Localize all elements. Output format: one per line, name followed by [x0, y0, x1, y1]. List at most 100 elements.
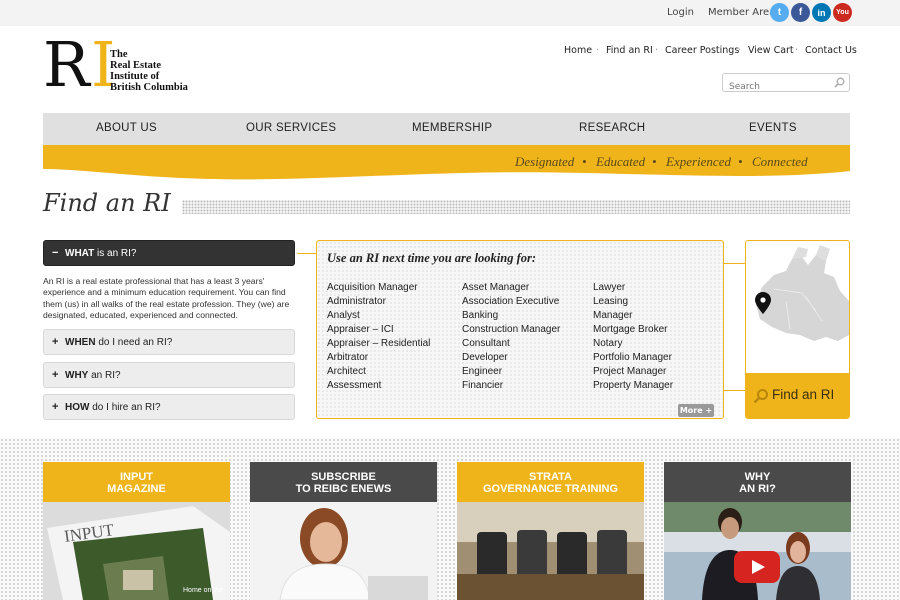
profession-item: Appraiser – Residential: [327, 338, 431, 349]
promo-card-title-line: GOVERNANCE TRAINING: [482, 483, 619, 495]
profession-item: Acquisition Manager: [327, 282, 418, 293]
play-icon: [752, 560, 765, 574]
what-description: An RI is a real estate professional that…: [43, 276, 290, 321]
profession-column-3: Lawyer Leasing Manager Mortgage Broker N…: [593, 281, 673, 393]
find-an-ri-map-widget[interactable]: Find an RI: [745, 240, 850, 419]
tagline-designated: Designated: [515, 154, 575, 169]
profession-item: Construction Manager: [462, 324, 561, 335]
nav-membership[interactable]: MEMBERSHIP: [412, 122, 492, 134]
accordion-label: WHAT is an RI?: [65, 248, 137, 259]
magazine-cover-image: INPUT Home on the: [43, 502, 230, 600]
search-box: [722, 73, 850, 96]
youtube-icon[interactable]: You: [833, 3, 852, 22]
twitter-icon[interactable]: t: [770, 3, 789, 22]
profession-item: Lawyer: [593, 282, 626, 293]
profession-item: Financier: [462, 380, 504, 391]
find-an-ri-label: Find an RI: [772, 387, 835, 402]
promo-card-title-line: SUBSCRIBE: [311, 471, 376, 483]
util-nav-find-an-ri[interactable]: Find an RI: [606, 45, 653, 56]
promo-card-header: SUBSCRIBE TO REIBC ENEWS: [250, 462, 437, 502]
magazine-caption-text: Home on the: [183, 587, 223, 594]
profession-item: Notary: [593, 338, 623, 349]
util-nav-view-cart[interactable]: View Cart: [748, 45, 794, 56]
subscribe-photo: [250, 502, 437, 600]
page-title: Find an RI: [43, 189, 171, 217]
nav-events[interactable]: EVENTS: [749, 122, 797, 134]
site-logo[interactable]: R I The Real Estate Institute of British…: [43, 34, 203, 100]
search-icon[interactable]: [834, 77, 845, 88]
nav-about-us[interactable]: ABOUT US: [96, 122, 157, 134]
promo-card-title-line: TO REIBC ENEWS: [295, 483, 392, 495]
logo-text-line: Institute of: [110, 71, 160, 82]
plus-icon: +: [52, 401, 59, 413]
logo-text-line: British Columbia: [110, 82, 188, 93]
profession-item: Asset Manager: [462, 282, 530, 293]
main-nav: ABOUT US OUR SERVICES MEMBERSHIP RESEARC…: [43, 113, 850, 145]
logo-mark-r: R: [43, 28, 90, 101]
youtube-play-button[interactable]: [734, 551, 780, 583]
promo-card-title-line: WHY: [744, 471, 771, 483]
promo-card-title-line: MAGAZINE: [107, 483, 166, 495]
promo-card-header: INPUT MAGAZINE: [43, 462, 230, 502]
profession-item: Developer: [462, 352, 508, 363]
util-nav-separator: ·: [655, 45, 659, 56]
tagline-separator: •: [582, 154, 587, 169]
accordion-when[interactable]: + WHEN do I need an RI?: [43, 329, 295, 355]
tagline-experienced: Experienced: [666, 154, 731, 169]
plus-icon: +: [52, 336, 59, 348]
profession-item: Arbitrator: [327, 352, 369, 363]
profession-item: Engineer: [462, 366, 503, 377]
woman-with-laptop-illustration: [250, 502, 437, 600]
promo-card-header: STRATA GOVERNANCE TRAINING: [457, 462, 644, 502]
logo-text-line: Real Estate: [110, 60, 162, 71]
util-nav-separator: ·: [795, 45, 799, 56]
video-thumbnail[interactable]: [664, 502, 851, 600]
nav-our-services[interactable]: OUR SERVICES: [246, 122, 336, 134]
profession-item: Administrator: [327, 296, 386, 307]
more-button[interactable]: More +: [678, 404, 714, 417]
login-link[interactable]: Login: [667, 7, 694, 18]
util-nav-career-postings[interactable]: Career Postings: [665, 45, 739, 56]
profession-item: Property Manager: [593, 380, 674, 391]
minus-icon: −: [52, 247, 59, 259]
connector-line: [297, 253, 316, 254]
find-an-ri-button[interactable]: Find an RI: [746, 373, 849, 418]
linkedin-icon[interactable]: in: [812, 3, 831, 22]
profession-item: Analyst: [327, 310, 360, 321]
accordion-label: HOW do I hire an RI?: [65, 402, 161, 413]
profession-item: Assessment: [327, 380, 382, 391]
promo-card-input-magazine[interactable]: INPUT MAGAZINE INPUT Home on the: [43, 462, 230, 600]
nav-research[interactable]: RESEARCH: [579, 122, 645, 134]
title-dotted-rule: [182, 200, 850, 214]
promo-card-title-line: AN RI?: [739, 483, 776, 495]
profession-item: Project Manager: [593, 366, 667, 377]
use-an-ri-title: Use an RI next time you are looking for:: [327, 251, 537, 265]
accordion-what[interactable]: − WHAT is an RI?: [43, 240, 295, 266]
util-nav-home[interactable]: Home: [564, 45, 592, 56]
util-nav-contact-us[interactable]: Contact Us: [805, 45, 857, 56]
boardroom-illustration: [457, 502, 644, 600]
use-an-ri-panel: Use an RI next time you are looking for:…: [316, 240, 724, 419]
accordion-how[interactable]: + HOW do I hire an RI?: [43, 394, 295, 420]
profession-item: Mortgage Broker: [593, 324, 668, 335]
accordion-why[interactable]: + WHY an RI?: [43, 362, 295, 388]
promo-card-header: WHY AN RI?: [664, 462, 851, 502]
promo-card-subscribe-enews[interactable]: SUBSCRIBE TO REIBC ENEWS: [250, 462, 437, 600]
promo-card-title-line: INPUT: [120, 471, 153, 483]
profession-item: Manager: [593, 310, 633, 321]
util-nav-separator: ·: [596, 45, 600, 56]
member-area-link[interactable]: Member Area: [708, 7, 775, 18]
tagline-educated: Educated: [596, 154, 646, 169]
search-input[interactable]: [723, 78, 823, 96]
plus-icon: +: [52, 369, 59, 381]
tagline-separator: •: [738, 154, 743, 169]
boardroom-photo: [457, 502, 644, 600]
search-icon: [753, 389, 768, 404]
facebook-icon[interactable]: f: [791, 3, 810, 22]
promo-card-strata-training[interactable]: STRATA GOVERNANCE TRAINING: [457, 462, 644, 600]
tagline-separator: •: [652, 154, 657, 169]
profession-item: Appraiser – ICI: [327, 324, 394, 335]
promo-card-why-an-ri[interactable]: WHY AN RI?: [664, 462, 851, 600]
profession-item: Leasing: [593, 296, 629, 307]
top-utility-bar: Login Member Area t f in You: [0, 0, 900, 26]
